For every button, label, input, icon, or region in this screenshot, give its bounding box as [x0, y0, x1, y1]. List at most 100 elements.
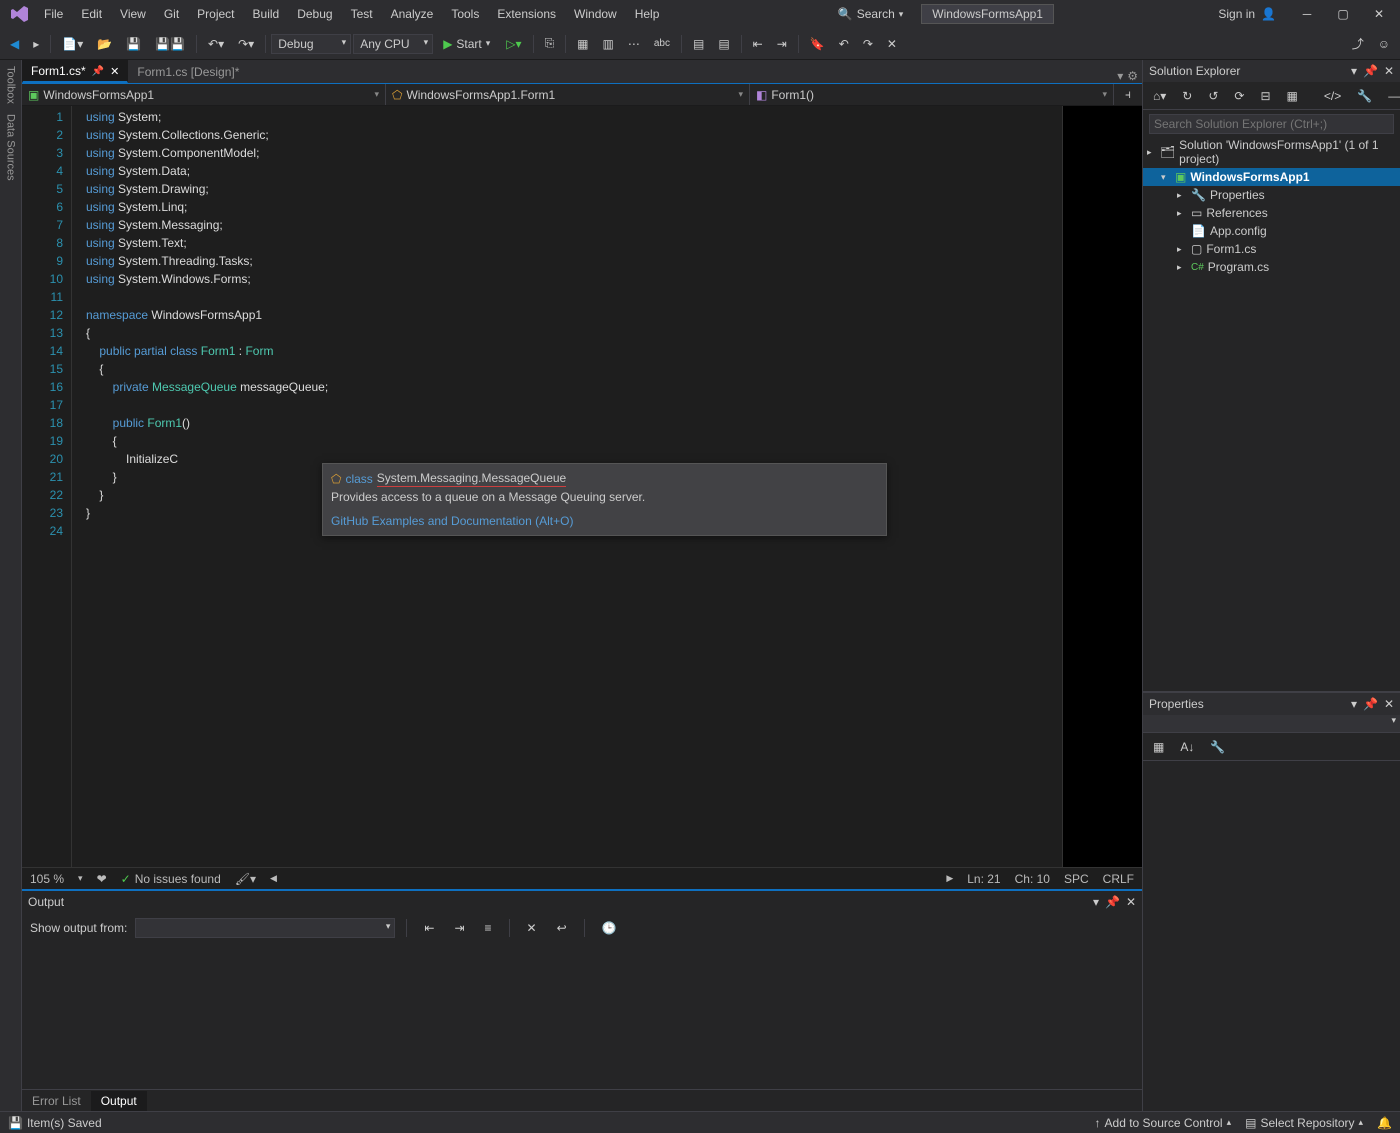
start-no-debug-button[interactable]: ▷▾ [500, 33, 527, 55]
close-icon[interactable]: ✕ [1384, 697, 1394, 711]
collapse-button[interactable]: ⊟ [1254, 85, 1276, 107]
zoom-combo[interactable]: 105 % [30, 872, 64, 886]
tree-properties[interactable]: ▸ 🔧 Properties [1143, 186, 1400, 204]
tab-form1-cs[interactable]: Form1.cs* 📌 ✕ [22, 60, 128, 83]
menu-file[interactable]: File [36, 3, 71, 25]
chevron-down-icon[interactable]: ▾ [1117, 69, 1123, 83]
close-tab-icon[interactable]: ✕ [110, 65, 119, 78]
home-button[interactable]: ⌂▾ [1147, 85, 1172, 107]
ins-indicator[interactable]: SPC [1064, 872, 1089, 886]
tree-appconfig[interactable]: 📄 App.config [1143, 222, 1400, 240]
close-icon[interactable]: ✕ [1126, 895, 1136, 909]
menu-tools[interactable]: Tools [443, 3, 487, 25]
eol-indicator[interactable]: CRLF [1103, 872, 1134, 886]
clear-bookmark-button[interactable]: ✕ [881, 33, 903, 55]
line-indicator[interactable]: Ln: 21 [967, 872, 1000, 886]
menu-git[interactable]: Git [156, 3, 187, 25]
close-icon[interactable]: ✕ [1384, 64, 1394, 78]
properties-body[interactable] [1143, 761, 1400, 1111]
categorized-button[interactable]: ▦ [1147, 736, 1170, 758]
tooltip-github-link[interactable]: GitHub Examples and Documentation (Alt+O… [331, 514, 573, 528]
pin-icon[interactable]: 📌 [1363, 697, 1378, 711]
toolbox-tab[interactable]: Toolbox [5, 66, 17, 104]
pin-icon[interactable]: 📌 [92, 66, 104, 77]
next-bookmark-button[interactable]: ↷ [857, 33, 879, 55]
layout-button-1[interactable]: ▦ [571, 33, 594, 55]
nav-back-button[interactable]: ◀ [4, 33, 25, 55]
gear-icon[interactable]: ⚙ [1127, 69, 1138, 83]
source-control-button[interactable]: ↑ Add to Source Control ▴ [1095, 1116, 1232, 1130]
properties-combo[interactable]: ▾ [1143, 715, 1400, 733]
menu-extensions[interactable]: Extensions [489, 3, 564, 25]
search-box[interactable]: 🔍 Search ▾ [832, 5, 910, 23]
new-project-button[interactable]: 📄▾ [56, 33, 89, 55]
menu-analyze[interactable]: Analyze [383, 3, 442, 25]
tree-program[interactable]: ▸ C# Program.cs [1143, 258, 1400, 276]
output-btn-2[interactable]: ⇥ [448, 917, 470, 939]
menu-test[interactable]: Test [343, 3, 381, 25]
char-indicator[interactable]: Ch: 10 [1015, 872, 1050, 886]
tree-solution-root[interactable]: ▸ 🗂 Solution 'WindowsFormsApp1' (1 of 1 … [1143, 136, 1400, 168]
step-button[interactable]: ⎘ [539, 32, 561, 55]
config-combo[interactable]: Debug [271, 34, 351, 54]
tree-references[interactable]: ▸ ▭ References [1143, 204, 1400, 222]
menu-window[interactable]: Window [566, 3, 625, 25]
clear-output-button[interactable]: ✕ [521, 917, 543, 939]
undo-button[interactable]: ↶▾ [202, 33, 230, 55]
maximize-button[interactable]: ▢ [1326, 3, 1360, 25]
tab-error-list[interactable]: Error List [22, 1091, 91, 1111]
health-icon[interactable]: ❤ [97, 872, 107, 886]
abc-button[interactable]: abc [648, 34, 676, 53]
indent-button[interactable]: ⇤ [747, 33, 769, 55]
alphabetical-button[interactable]: A↓ [1174, 736, 1200, 758]
output-btn-3[interactable]: ≡ [479, 917, 498, 939]
minimap[interactable] [1062, 106, 1142, 867]
repo-button[interactable]: ▤ Select Repository ▴ [1245, 1116, 1363, 1130]
tree-project[interactable]: ▾ ▣ WindowsFormsApp1 [1143, 168, 1400, 186]
twisty-icon[interactable]: ▸ [1177, 262, 1187, 273]
chevron-down-icon[interactable]: ▾ [1351, 64, 1357, 78]
preview-button[interactable]: — [1382, 85, 1400, 107]
split-button[interactable]: ⫞ [1114, 84, 1142, 105]
prev-bookmark-button[interactable]: ↶ [833, 33, 855, 55]
menu-project[interactable]: Project [189, 3, 242, 25]
issues-indicator[interactable]: No issues found [121, 872, 221, 886]
pin-icon[interactable]: 📌 [1363, 64, 1378, 78]
sign-in-link[interactable]: Sign in [1218, 7, 1255, 21]
twisty-icon[interactable]: ▸ [1177, 244, 1187, 255]
comment-button[interactable]: ▤ [687, 33, 710, 55]
account-icon[interactable]: 👤 [1261, 7, 1276, 21]
notifications-button[interactable]: 🔔 [1377, 1116, 1392, 1130]
bookmark-button[interactable]: 🔖 [804, 33, 831, 55]
output-body[interactable] [22, 943, 1142, 1089]
properties-button[interactable]: 🔧 [1351, 85, 1378, 107]
nav-project-combo[interactable]: ▣ WindowsFormsApp1 [22, 84, 386, 105]
save-all-button[interactable]: 💾💾 [149, 33, 191, 55]
tree-form1[interactable]: ▸ ▢ Form1.cs [1143, 240, 1400, 258]
redo-button[interactable]: ↷▾ [232, 33, 260, 55]
menu-help[interactable]: Help [627, 3, 668, 25]
code-editor[interactable]: 123456789101112131415161718192021222324 … [22, 106, 1142, 867]
twisty-icon[interactable]: ▸ [1147, 147, 1156, 158]
tab-form1-design[interactable]: Form1.cs [Design]* [128, 61, 248, 83]
platform-combo[interactable]: Any CPU [353, 34, 433, 54]
feedback-button[interactable]: ☺ [1372, 33, 1396, 55]
solution-search-input[interactable] [1149, 114, 1394, 134]
open-button[interactable]: 📂 [91, 33, 118, 55]
chevron-down-icon[interactable]: ▾ [1093, 895, 1099, 909]
nav-forward-button[interactable]: ▸ [27, 33, 45, 55]
view-code-button[interactable]: </> [1318, 85, 1347, 107]
nav-class-combo[interactable]: ⬠ WindowsFormsApp1.Form1 [386, 84, 750, 105]
twisty-icon[interactable]: ▸ [1177, 208, 1187, 219]
menu-view[interactable]: View [112, 3, 154, 25]
clock-icon[interactable]: 🕒 [596, 917, 623, 939]
chevron-down-icon[interactable]: ▾ [1351, 697, 1357, 711]
uncomment-button[interactable]: ▤ [712, 33, 735, 55]
refresh-button[interactable]: ⟳ [1228, 85, 1250, 107]
menu-debug[interactable]: Debug [289, 3, 340, 25]
data-sources-tab[interactable]: Data Sources [5, 114, 17, 181]
show-all-button[interactable]: ▦ [1281, 85, 1304, 107]
nav-member-combo[interactable]: ◧ Form1() [750, 84, 1114, 105]
twisty-icon[interactable]: ▸ [1177, 190, 1187, 201]
tab-output[interactable]: Output [91, 1091, 147, 1111]
